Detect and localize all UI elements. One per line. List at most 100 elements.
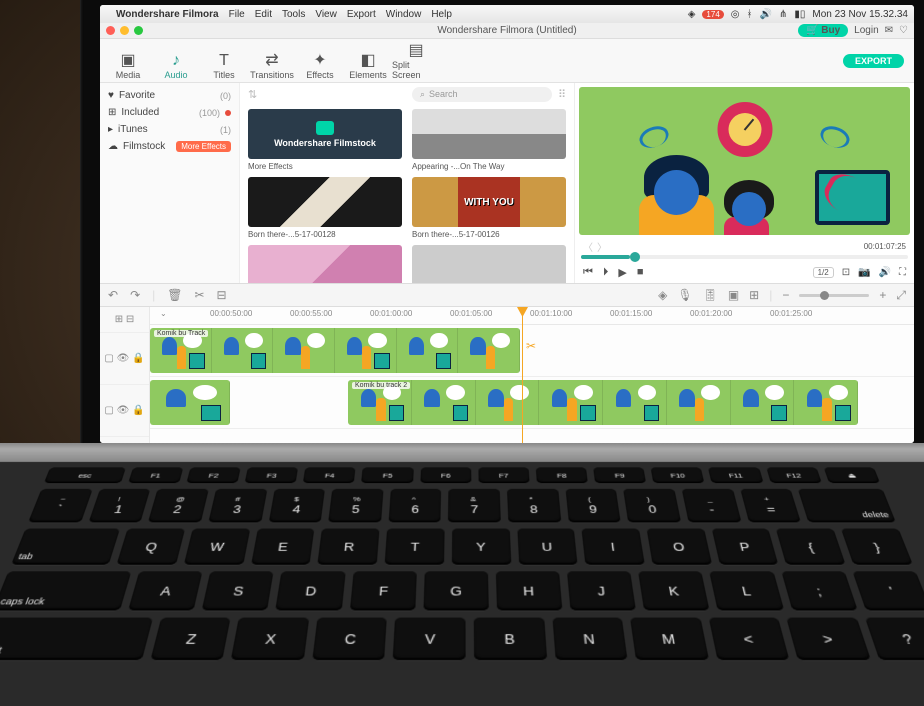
notifications-icon[interactable]: ♡: [899, 25, 908, 36]
track-header-video-1[interactable]: ▢ 👁 🔒: [100, 333, 149, 385]
key-delete[interactable]: delete: [798, 489, 896, 523]
delete-button[interactable]: 🗑: [167, 288, 182, 302]
key-period[interactable]: >: [786, 618, 870, 661]
tab-elements[interactable]: ◧Elements: [344, 50, 392, 82]
track-adjust-icon[interactable]: ⊞: [749, 288, 759, 302]
key-b[interactable]: B: [474, 618, 547, 661]
key-r[interactable]: R: [318, 529, 380, 565]
key-equals[interactable]: +=: [740, 489, 801, 523]
key-c[interactable]: C: [312, 618, 387, 661]
key-d[interactable]: D: [276, 571, 346, 610]
key-4[interactable]: $4: [268, 489, 325, 523]
play-backward-button[interactable]: ⏵: [603, 266, 609, 279]
key-minus[interactable]: _-: [682, 489, 742, 523]
zoom-slider[interactable]: [799, 294, 869, 297]
maximize-window-button[interactable]: [134, 26, 143, 35]
audio-mixer-icon[interactable]: 🎚: [703, 288, 718, 302]
status-app-icon[interactable]: ◈: [688, 9, 696, 20]
key-0[interactable]: )0: [623, 489, 681, 523]
marker-icon[interactable]: ◈: [658, 288, 667, 302]
messages-icon[interactable]: ✉: [885, 25, 893, 36]
key-l[interactable]: L: [710, 571, 784, 610]
tab-split-screen[interactable]: ▤Split Screen: [392, 40, 440, 82]
key-x[interactable]: X: [231, 618, 309, 661]
status-volume-icon[interactable]: 🔊: [760, 9, 772, 20]
tab-audio[interactable]: ♪Audio: [152, 50, 200, 82]
snapshot-icon[interactable]: 📷: [858, 267, 870, 278]
tab-effects[interactable]: ✦Effects: [296, 50, 344, 82]
play-button[interactable]: ▶: [618, 266, 626, 279]
key-v[interactable]: V: [393, 618, 465, 661]
key-8[interactable]: *8: [507, 489, 561, 523]
key-t[interactable]: T: [385, 529, 445, 565]
key-bracket-l[interactable]: {: [776, 529, 846, 565]
stop-button[interactable]: ■: [637, 266, 644, 279]
key-i[interactable]: I: [582, 529, 645, 565]
video-track-1[interactable]: Komik bu Track ✂: [150, 325, 914, 377]
key-esc[interactable]: esc: [44, 467, 126, 483]
next-marker-button[interactable]: 〉: [597, 239, 607, 254]
menu-window[interactable]: Window: [386, 9, 422, 20]
key-f12[interactable]: F12: [766, 467, 822, 483]
tab-titles[interactable]: TTitles: [200, 50, 248, 82]
status-notification-count[interactable]: 174: [702, 10, 723, 19]
media-thumb-appearing[interactable]: Appearing -...On The Way: [412, 109, 566, 171]
key-shift-left[interactable]: shift: [0, 618, 153, 661]
key-f4[interactable]: F4: [303, 467, 356, 483]
key-u[interactable]: U: [517, 529, 578, 565]
key-o[interactable]: O: [647, 529, 712, 565]
preview-canvas[interactable]: [579, 87, 910, 235]
key-w[interactable]: W: [184, 529, 250, 565]
undo-button[interactable]: ↶: [108, 288, 118, 302]
view-options-icon[interactable]: ⠿: [558, 88, 566, 101]
key-f5[interactable]: F5: [362, 467, 414, 483]
key-f10[interactable]: F10: [651, 467, 705, 483]
audio-track-1[interactable]: [150, 429, 914, 443]
scissors-cut-icon[interactable]: ✂: [526, 339, 536, 353]
redo-button[interactable]: ↷: [130, 288, 140, 302]
clip-track-1[interactable]: Komik bu Track: [150, 328, 520, 373]
menu-edit[interactable]: Edit: [255, 9, 272, 20]
render-preview-icon[interactable]: ▣: [728, 288, 739, 302]
zoom-in-button[interactable]: +: [879, 288, 886, 302]
tab-transitions[interactable]: ⇄Transitions: [248, 50, 296, 82]
playhead[interactable]: [522, 307, 523, 443]
key-p[interactable]: P: [711, 529, 778, 565]
key-f1[interactable]: F1: [128, 467, 183, 483]
track-header-manage[interactable]: ⊞ ⊟: [100, 307, 149, 333]
key-slash[interactable]: ?: [864, 618, 924, 661]
status-battery-icon[interactable]: ▮▯: [794, 9, 805, 20]
key-f6[interactable]: F6: [420, 467, 471, 483]
key-f9[interactable]: F9: [593, 467, 646, 483]
key-semicolon[interactable]: ;: [781, 571, 858, 610]
key-y[interactable]: Y: [452, 529, 511, 565]
menu-tools[interactable]: Tools: [282, 9, 305, 20]
key-3[interactable]: #3: [208, 489, 267, 523]
key-2[interactable]: @2: [148, 489, 209, 523]
zoom-out-button[interactable]: −: [782, 288, 789, 302]
status-datetime[interactable]: Mon 23 Nov 15.32.34: [812, 9, 908, 20]
export-button[interactable]: EXPORT: [843, 54, 904, 68]
library-filmstock[interactable]: ☁FilmstockMore Effects: [100, 138, 239, 155]
key-e[interactable]: E: [251, 529, 315, 565]
media-thumb-filmstock[interactable]: Wondershare Filmstock More Effects: [248, 109, 402, 171]
clip-track-2b[interactable]: Komik bu track 2: [348, 380, 858, 425]
fullscreen-icon[interactable]: ⛶: [899, 267, 906, 278]
key-eject[interactable]: ⏏: [823, 467, 880, 483]
key-g[interactable]: G: [423, 571, 489, 610]
key-f11[interactable]: F11: [708, 467, 763, 483]
key-f7[interactable]: F7: [478, 467, 529, 483]
video-track-2[interactable]: Komik bu track 2: [150, 377, 914, 429]
key-quote[interactable]: ': [852, 571, 924, 610]
key-f[interactable]: F: [349, 571, 416, 610]
tab-media[interactable]: ▣Media: [104, 50, 152, 82]
key-q[interactable]: Q: [117, 529, 185, 565]
key-6[interactable]: ^6: [388, 489, 441, 523]
buy-button[interactable]: 🛒 Buy: [798, 24, 848, 37]
key-backtick[interactable]: ~`: [28, 489, 92, 523]
key-f2[interactable]: F2: [186, 467, 241, 483]
login-button[interactable]: Login: [854, 25, 878, 36]
record-voiceover-icon[interactable]: 🎙: [677, 288, 692, 302]
menu-export[interactable]: Export: [347, 9, 376, 20]
key-m[interactable]: M: [630, 618, 709, 661]
